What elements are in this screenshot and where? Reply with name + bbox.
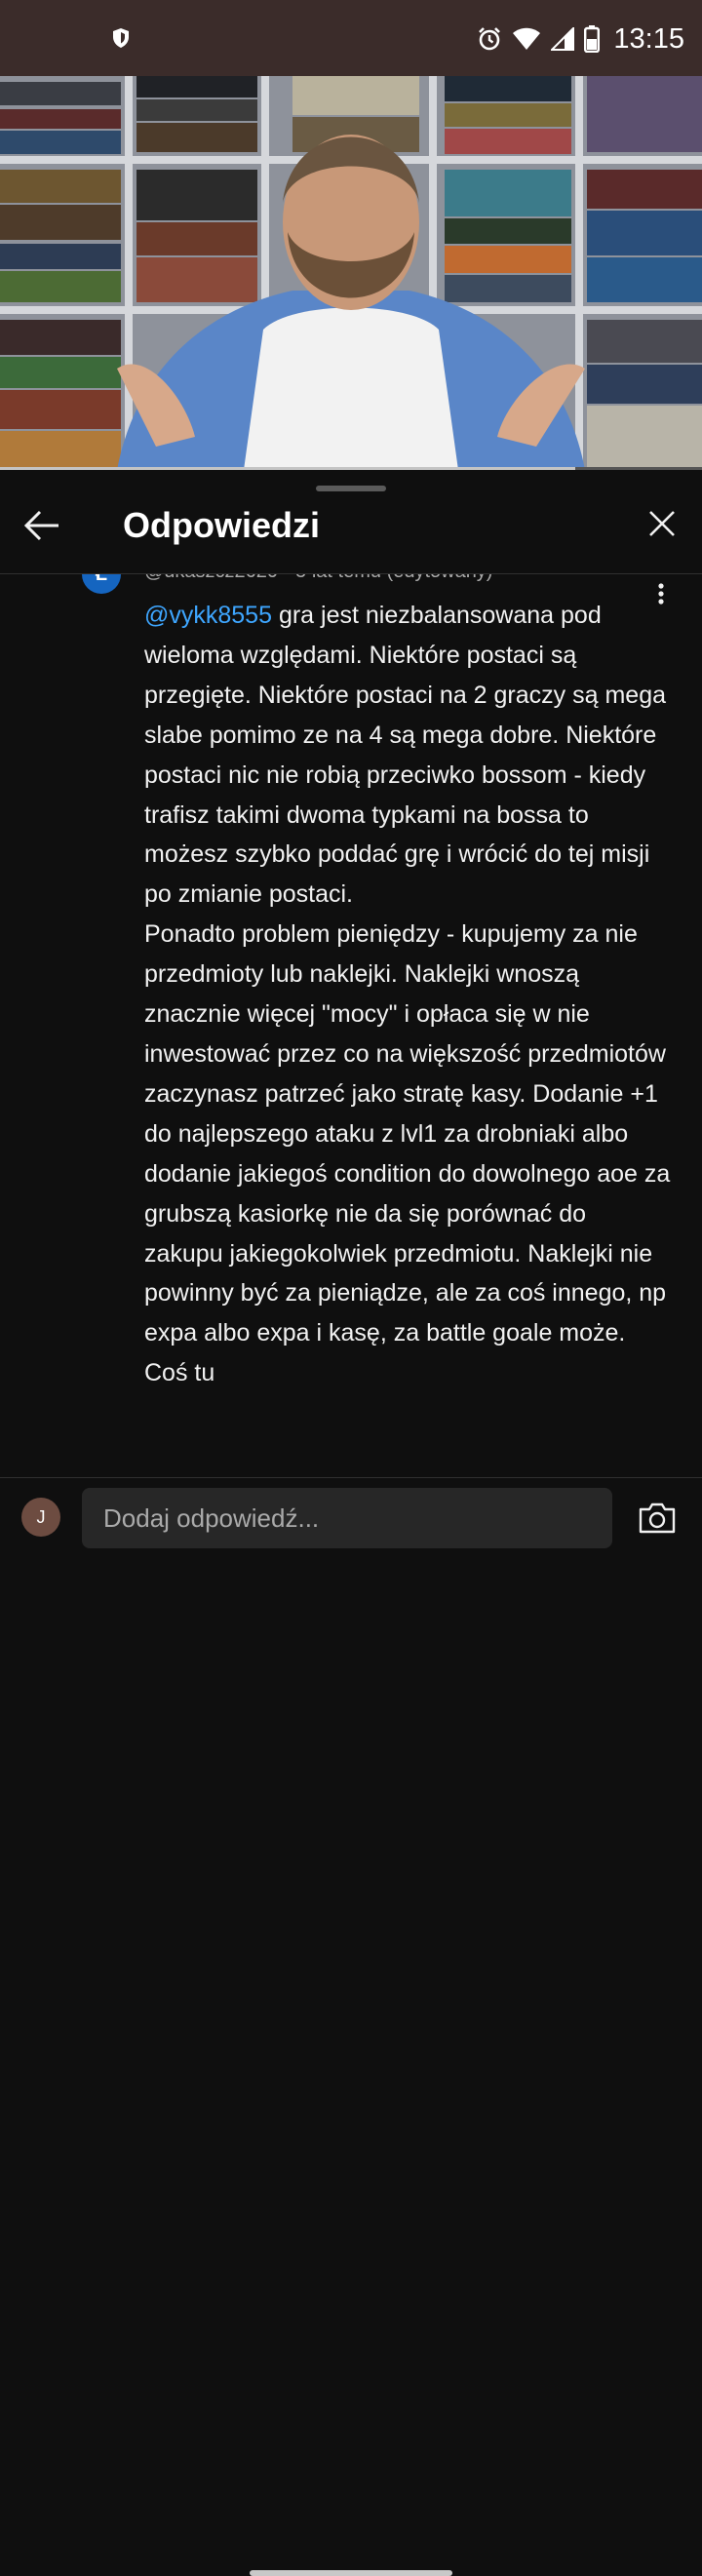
wifi-icon [513, 27, 541, 50]
avatar[interactable]: Ł [82, 574, 121, 594]
replies-panel: Odpowiedzi Ł @ukaszcz2620 • 5 lat temu (… [0, 470, 702, 2576]
back-arrow-icon[interactable] [23, 509, 60, 542]
panel-title: Odpowiedzi [123, 505, 320, 545]
mention-link[interactable]: @vykk8555 [144, 602, 272, 629]
comment-meta: @ukaszcz2620 • 5 lat temu (edytowany) [144, 574, 492, 583]
comment-text: @vykk8555 gra jest niezbalansowana pod w… [144, 596, 671, 1393]
panel-header: Odpowiedzi [0, 495, 702, 558]
signal-icon [551, 27, 575, 51]
reply-bar: J [0, 1478, 702, 2576]
navigation-handle[interactable] [250, 2570, 452, 2576]
alarm-icon [479, 27, 501, 51]
battery-icon [584, 25, 601, 53]
video-player[interactable] [0, 76, 702, 470]
user-avatar[interactable]: J [21, 1498, 60, 1537]
drag-handle[interactable] [316, 486, 386, 491]
reply-input[interactable] [82, 1488, 612, 1548]
comment-item: Ł @ukaszcz2620 • 5 lat temu (edytowany) … [0, 574, 702, 1477]
status-time: 13:15 [613, 22, 684, 55]
video-frame-image [0, 76, 702, 470]
status-bar: 13:15 [0, 0, 702, 76]
shield-icon [113, 28, 129, 48]
status-icons: 13:15 [477, 20, 684, 59]
close-icon[interactable] [647, 509, 677, 538]
comment-body: gra jest niezbalansowana pod wieloma wzg… [144, 602, 671, 1387]
camera-icon[interactable] [638, 1502, 677, 1535]
